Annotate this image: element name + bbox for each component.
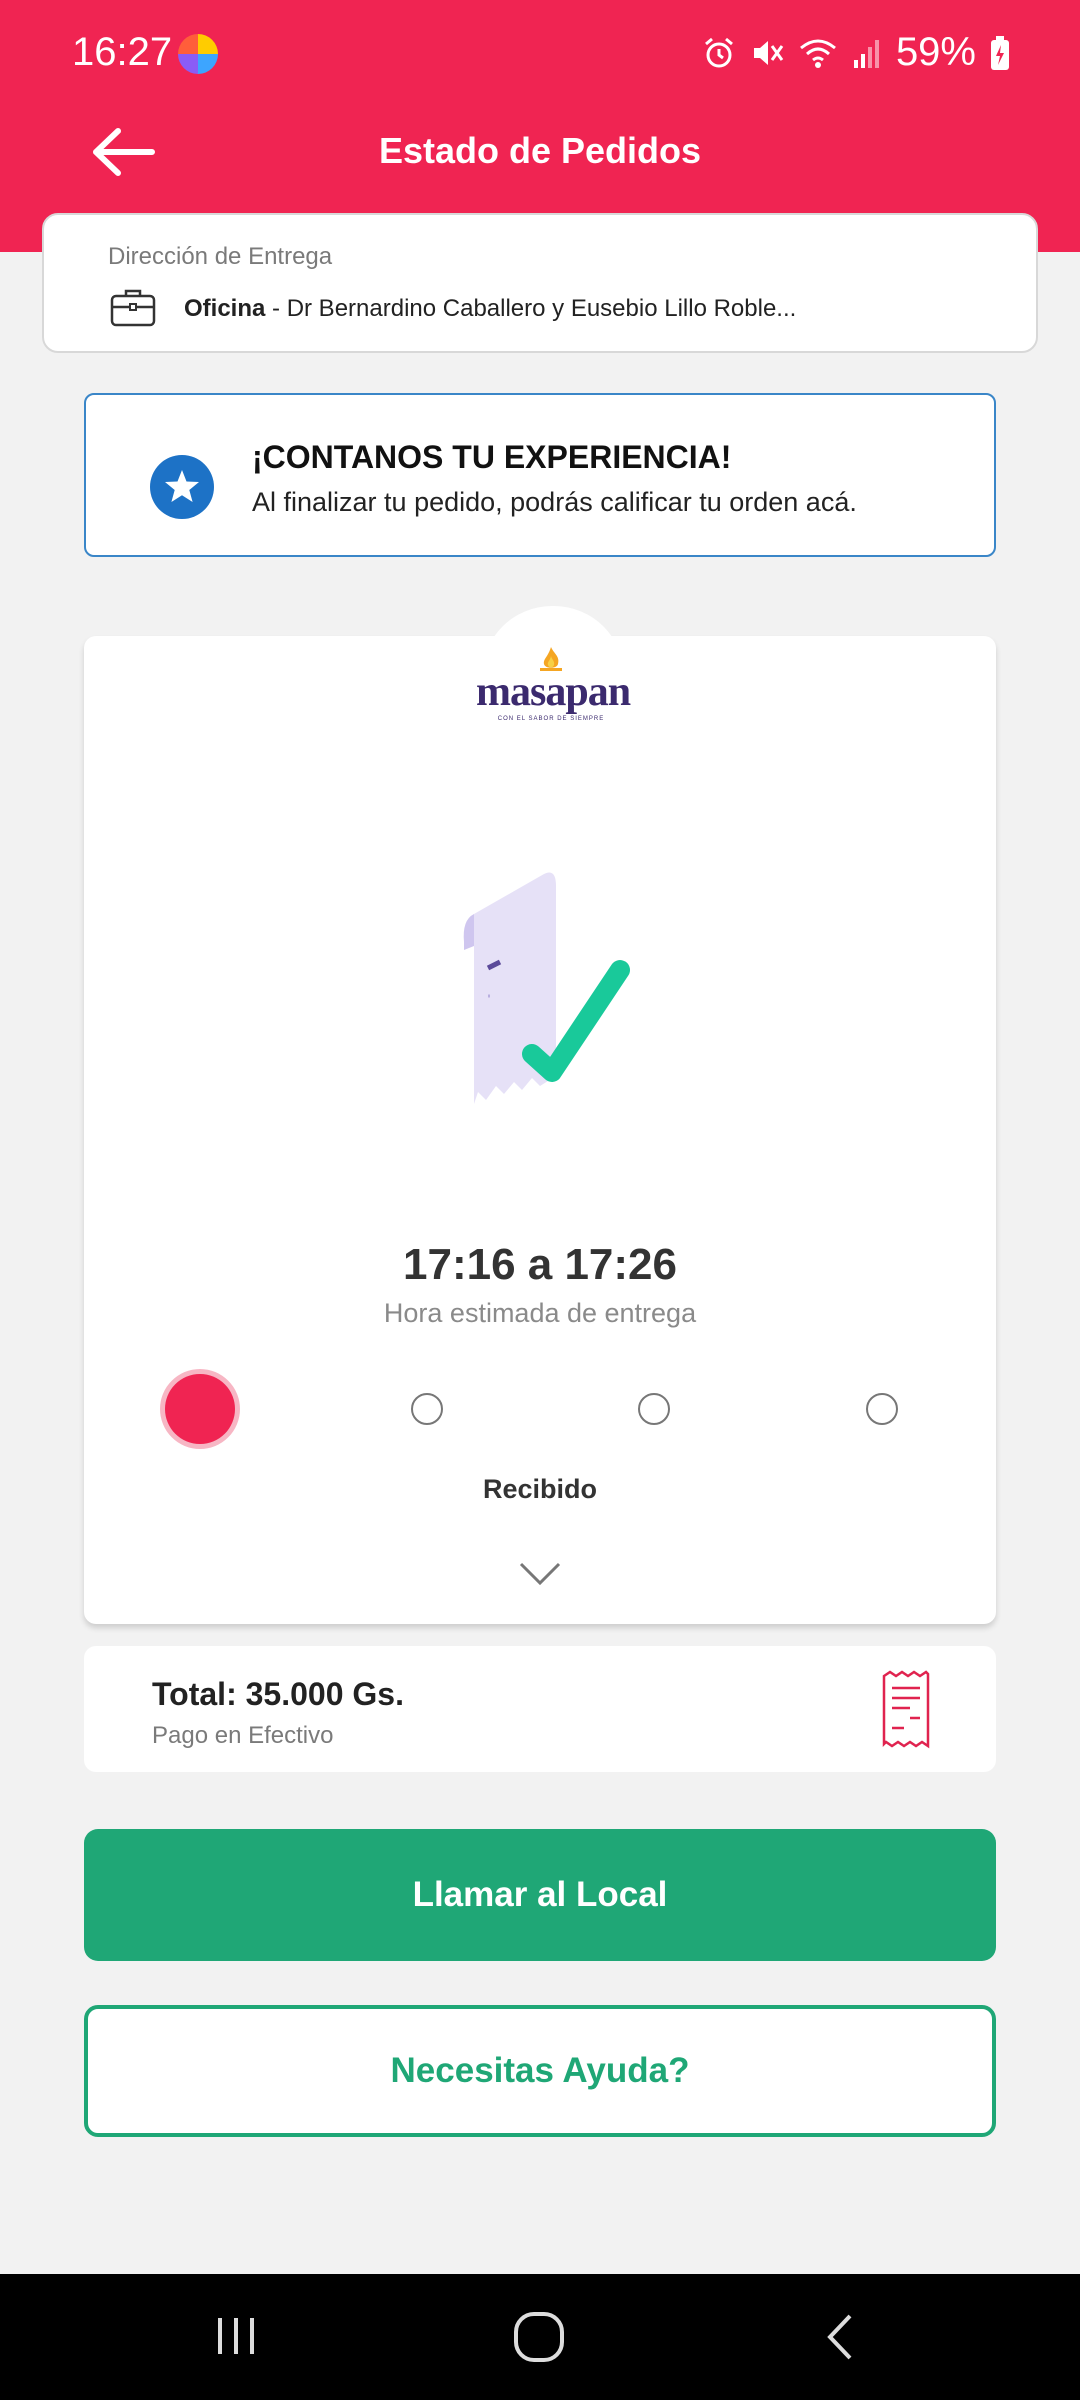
total-amount: Total: 35.000 Gs. <box>152 1676 404 1712</box>
experience-title: ¡CONTANOS TU EXPERIENCIA! <box>252 439 732 475</box>
chevron-down-icon[interactable] <box>518 1560 562 1588</box>
call-store-button[interactable]: Llamar al Local <box>84 1829 996 1961</box>
status-time: 16:27 <box>72 30 173 74</box>
status-step-label: Recibido <box>482 1474 597 1504</box>
battery-icon <box>991 35 1009 70</box>
alarm-icon <box>704 37 733 67</box>
status-step-4 <box>866 1393 898 1425</box>
briefcase-icon <box>110 289 156 327</box>
brand-name: masapan <box>476 669 631 715</box>
order-status-card: masapan CON EL SABOR DE SIEMPRE 17:16 a … <box>84 606 996 1624</box>
status-step-1 <box>165 1374 235 1444</box>
recent-apps-icon[interactable] <box>214 2314 258 2358</box>
receipt-check-illustration <box>463 872 630 1104</box>
order-total-card: Total: 35.000 Gs. Pago en Efectivo <box>84 1646 996 1772</box>
mute-icon <box>753 40 784 65</box>
brand-tagline: CON EL SABOR DE SIEMPRE <box>497 716 605 722</box>
status-icons: 59% <box>702 30 1010 75</box>
status-bar: 16:27 59% <box>0 0 1080 110</box>
eta-time: 17:16 a 17:26 <box>403 1240 677 1289</box>
signal-icon <box>853 39 879 68</box>
page-title: Estado de Pedidos <box>378 130 702 171</box>
address-detail: - Dr Bernardino Caballero y Eusebio Lill… <box>265 295 797 322</box>
address-text: Oficina - Dr Bernardino Caballero y Euse… <box>184 295 796 323</box>
battery-percent: 59% <box>895 30 976 74</box>
experience-subtitle: Al finalizar tu pedido, podrás calificar… <box>252 487 857 517</box>
address-name: Oficina <box>184 295 266 322</box>
wifi-icon <box>799 39 836 68</box>
status-step-2 <box>411 1393 443 1425</box>
app-notification-icon <box>178 34 218 74</box>
help-button[interactable]: Necesitas Ayuda? <box>84 2005 996 2137</box>
payment-method: Pago en Efectivo <box>152 1722 334 1749</box>
eta-label: Hora estimada de entrega <box>383 1298 697 1328</box>
address-label: Dirección de Entrega <box>108 243 333 270</box>
rate-experience-card[interactable]: ¡CONTANOS TU EXPERIENCIA! Al finalizar t… <box>84 393 996 557</box>
status-step-3 <box>638 1393 670 1425</box>
system-nav-bar <box>0 2274 1080 2400</box>
home-icon[interactable] <box>512 2310 566 2364</box>
system-back-icon[interactable] <box>820 2312 860 2362</box>
receipt-icon[interactable] <box>880 1670 932 1750</box>
delivery-address-card[interactable]: Dirección de Entrega Oficina - Dr Bernar… <box>42 213 1038 353</box>
star-icon <box>150 455 214 519</box>
restaurant-logo: masapan CON EL SABOR DE SIEMPRE <box>476 646 631 722</box>
